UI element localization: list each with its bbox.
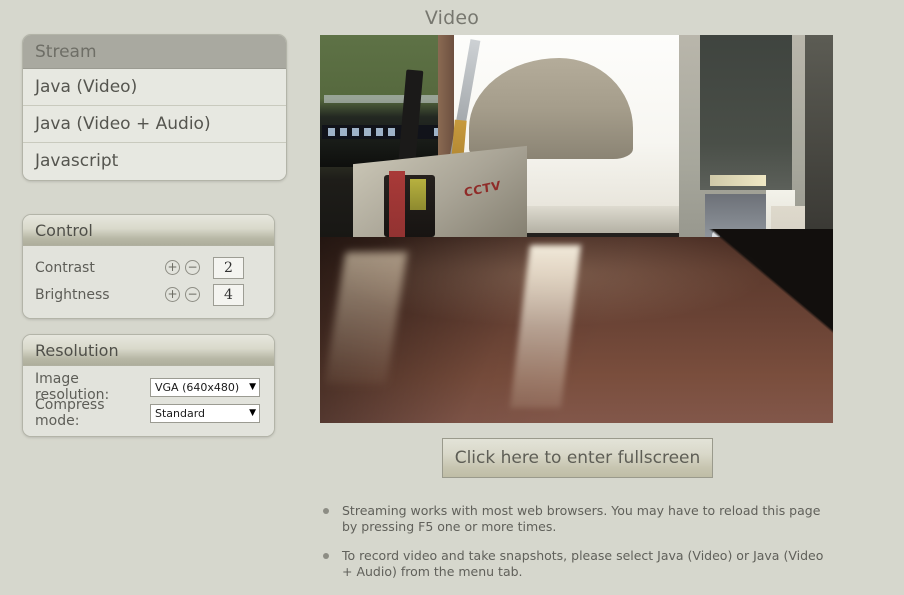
brightness-decrease-button[interactable]: − bbox=[185, 287, 200, 302]
brightness-row: Brightness + − 4 bbox=[23, 281, 274, 308]
image-resolution-value: VGA (640x480) bbox=[155, 380, 240, 394]
contrast-value[interactable]: 2 bbox=[213, 256, 244, 279]
note-item: Streaming works with most web browsers. … bbox=[320, 503, 830, 535]
bullet-icon bbox=[323, 508, 329, 514]
note-text: To record video and take snapshots, plea… bbox=[342, 548, 824, 579]
compress-mode-label: Compress mode: bbox=[35, 397, 105, 429]
bullet-icon bbox=[323, 553, 329, 559]
video-scene: CCTV bbox=[320, 35, 833, 423]
resolution-panel-header: Resolution bbox=[23, 335, 274, 366]
brightness-value[interactable]: 4 bbox=[213, 283, 244, 306]
stream-panel-header: Stream bbox=[23, 35, 286, 69]
enter-fullscreen-button[interactable]: Click here to enter fullscreen bbox=[442, 438, 713, 478]
scene-niche-light bbox=[709, 174, 767, 187]
stream-menu-panel: Stream Java (Video) Java (Video + Audio)… bbox=[22, 34, 287, 181]
compress-mode-row: Compress mode: Standard ▼ bbox=[23, 397, 274, 429]
brightness-label: Brightness bbox=[35, 286, 110, 303]
scene-green-pen bbox=[410, 178, 426, 210]
notes-list: Streaming works with most web browsers. … bbox=[320, 503, 830, 593]
control-panel: Control Contrast + − 2 Brightness + − 4 bbox=[22, 214, 275, 319]
brightness-increase-button[interactable]: + bbox=[165, 287, 180, 302]
chevron-down-icon: ▼ bbox=[249, 408, 256, 418]
scene-niche bbox=[699, 35, 792, 191]
chevron-down-icon: ▼ bbox=[249, 382, 256, 392]
scene-monitor-bar bbox=[324, 95, 454, 103]
sidebar-item-java-video[interactable]: Java (Video) bbox=[23, 69, 286, 106]
control-panel-body: Contrast + − 2 Brightness + − 4 bbox=[23, 246, 274, 318]
compress-mode-value: Standard bbox=[155, 406, 206, 420]
image-resolution-select[interactable]: VGA (640x480) ▼ bbox=[150, 377, 260, 397]
resolution-panel-body: Image resolution: VGA (640x480) ▼ Compre… bbox=[23, 366, 274, 436]
contrast-decrease-button[interactable]: − bbox=[185, 260, 200, 275]
note-item: To record video and take snapshots, plea… bbox=[320, 548, 830, 580]
page-title: Video bbox=[424, 7, 480, 29]
contrast-row: Contrast + − 2 bbox=[23, 254, 274, 281]
compress-mode-select[interactable]: Standard ▼ bbox=[150, 403, 260, 423]
contrast-label: Contrast bbox=[35, 259, 95, 276]
scene-desk-sheen bbox=[320, 236, 833, 423]
control-panel-header: Control bbox=[23, 215, 274, 246]
video-stream[interactable]: CCTV bbox=[320, 35, 833, 423]
sidebar-item-java-video-audio[interactable]: Java (Video + Audio) bbox=[23, 106, 286, 143]
sidebar-item-javascript[interactable]: Javascript bbox=[23, 143, 286, 180]
resolution-panel: Resolution Image resolution: VGA (640x48… bbox=[22, 334, 275, 437]
contrast-increase-button[interactable]: + bbox=[165, 260, 180, 275]
note-text: Streaming works with most web browsers. … bbox=[342, 503, 821, 534]
